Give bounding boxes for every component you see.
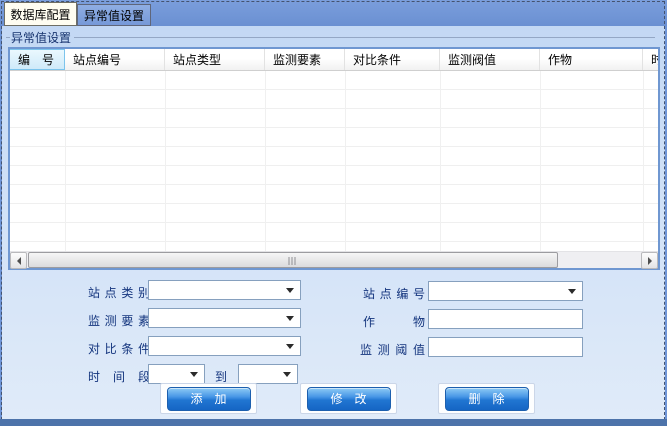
time-from-combo[interactable] [148,364,205,384]
tab-label: 数据库配置 [10,6,70,23]
column-separator [165,71,166,251]
scroll-right-button[interactable] [641,252,658,269]
station-category-label: 站点类别 [88,284,150,301]
column-header-station-type[interactable]: 站点类型 [165,49,265,70]
threshold-label: 监测阈值 [360,341,425,358]
tab-database-config[interactable]: 数据库配置 [4,2,77,26]
app-window: 数据库配置 异常值设置 异常值设置 编 号 站点编号 站点类型 监测要素 对比条… [0,0,667,426]
tab-label: 异常值设置 [84,7,144,24]
dropdown-arrow-icon [568,289,576,294]
tab-outlier-settings[interactable]: 异常值设置 [77,4,151,26]
horizontal-scrollbar[interactable] [10,251,658,268]
crop-input[interactable] [428,309,583,329]
dropdown-arrow-icon [286,288,294,293]
compare-condition-combo[interactable] [148,336,301,356]
grid-body-empty[interactable] [10,71,658,251]
monitor-element-label: 监测要素 [88,312,150,329]
column-separator [65,71,66,251]
grid-header-row: 编 号 站点编号 站点类型 监测要素 对比条件 监测阀值 作物 时 [10,49,658,71]
column-header-id[interactable]: 编 号 [10,49,65,70]
groupbox-title: 异常值设置 [11,29,71,46]
scroll-right-icon [648,257,652,265]
threshold-input[interactable] [428,337,583,357]
scrollbar-grip-icon [289,257,298,265]
scroll-left-icon [17,257,21,265]
column-separator [540,71,541,251]
column-separator [440,71,441,251]
outlier-data-grid: 编 号 站点编号 站点类型 监测要素 对比条件 监测阀值 作物 时 [8,47,660,270]
delete-button[interactable]: 删 除 [445,387,529,411]
add-button-frame: 添 加 [160,383,257,414]
time-period-label: 时 间 段 [88,368,150,385]
scrollbar-thumb[interactable] [28,252,558,268]
modify-button[interactable]: 修 改 [307,387,391,411]
dropdown-arrow-icon [286,344,294,349]
compare-condition-label: 对比条件 [88,340,150,357]
column-separator [345,71,346,251]
column-header-station-id[interactable]: 站点编号 [65,49,165,70]
dropdown-arrow-icon [286,316,294,321]
column-header-monitor-element[interactable]: 监测要素 [265,49,345,70]
column-header-crop[interactable]: 作物 [540,49,643,70]
modify-button-frame: 修 改 [300,383,397,414]
groupbox-border [74,37,655,38]
monitor-element-combo[interactable] [148,308,301,328]
crop-label: 作 物 [363,313,425,330]
station-category-combo[interactable] [148,280,301,300]
column-header-time[interactable]: 时 [643,49,658,70]
delete-button-frame: 删 除 [438,383,535,414]
dropdown-arrow-icon [283,372,291,377]
dropdown-arrow-icon [190,372,198,377]
column-separator [643,71,644,251]
tab-strip: 数据库配置 异常值设置 [0,0,667,26]
station-id-label: 站点编号 [363,285,425,302]
column-header-threshold[interactable]: 监测阀值 [440,49,540,70]
groupbox-border [6,37,10,38]
time-to-combo[interactable] [238,364,298,384]
column-separator [265,71,266,251]
column-header-compare-condition[interactable]: 对比条件 [345,49,440,70]
window-bottom-edge [0,419,667,426]
add-button[interactable]: 添 加 [167,387,251,411]
scroll-left-button[interactable] [10,252,27,269]
station-id-combo[interactable] [428,281,583,301]
